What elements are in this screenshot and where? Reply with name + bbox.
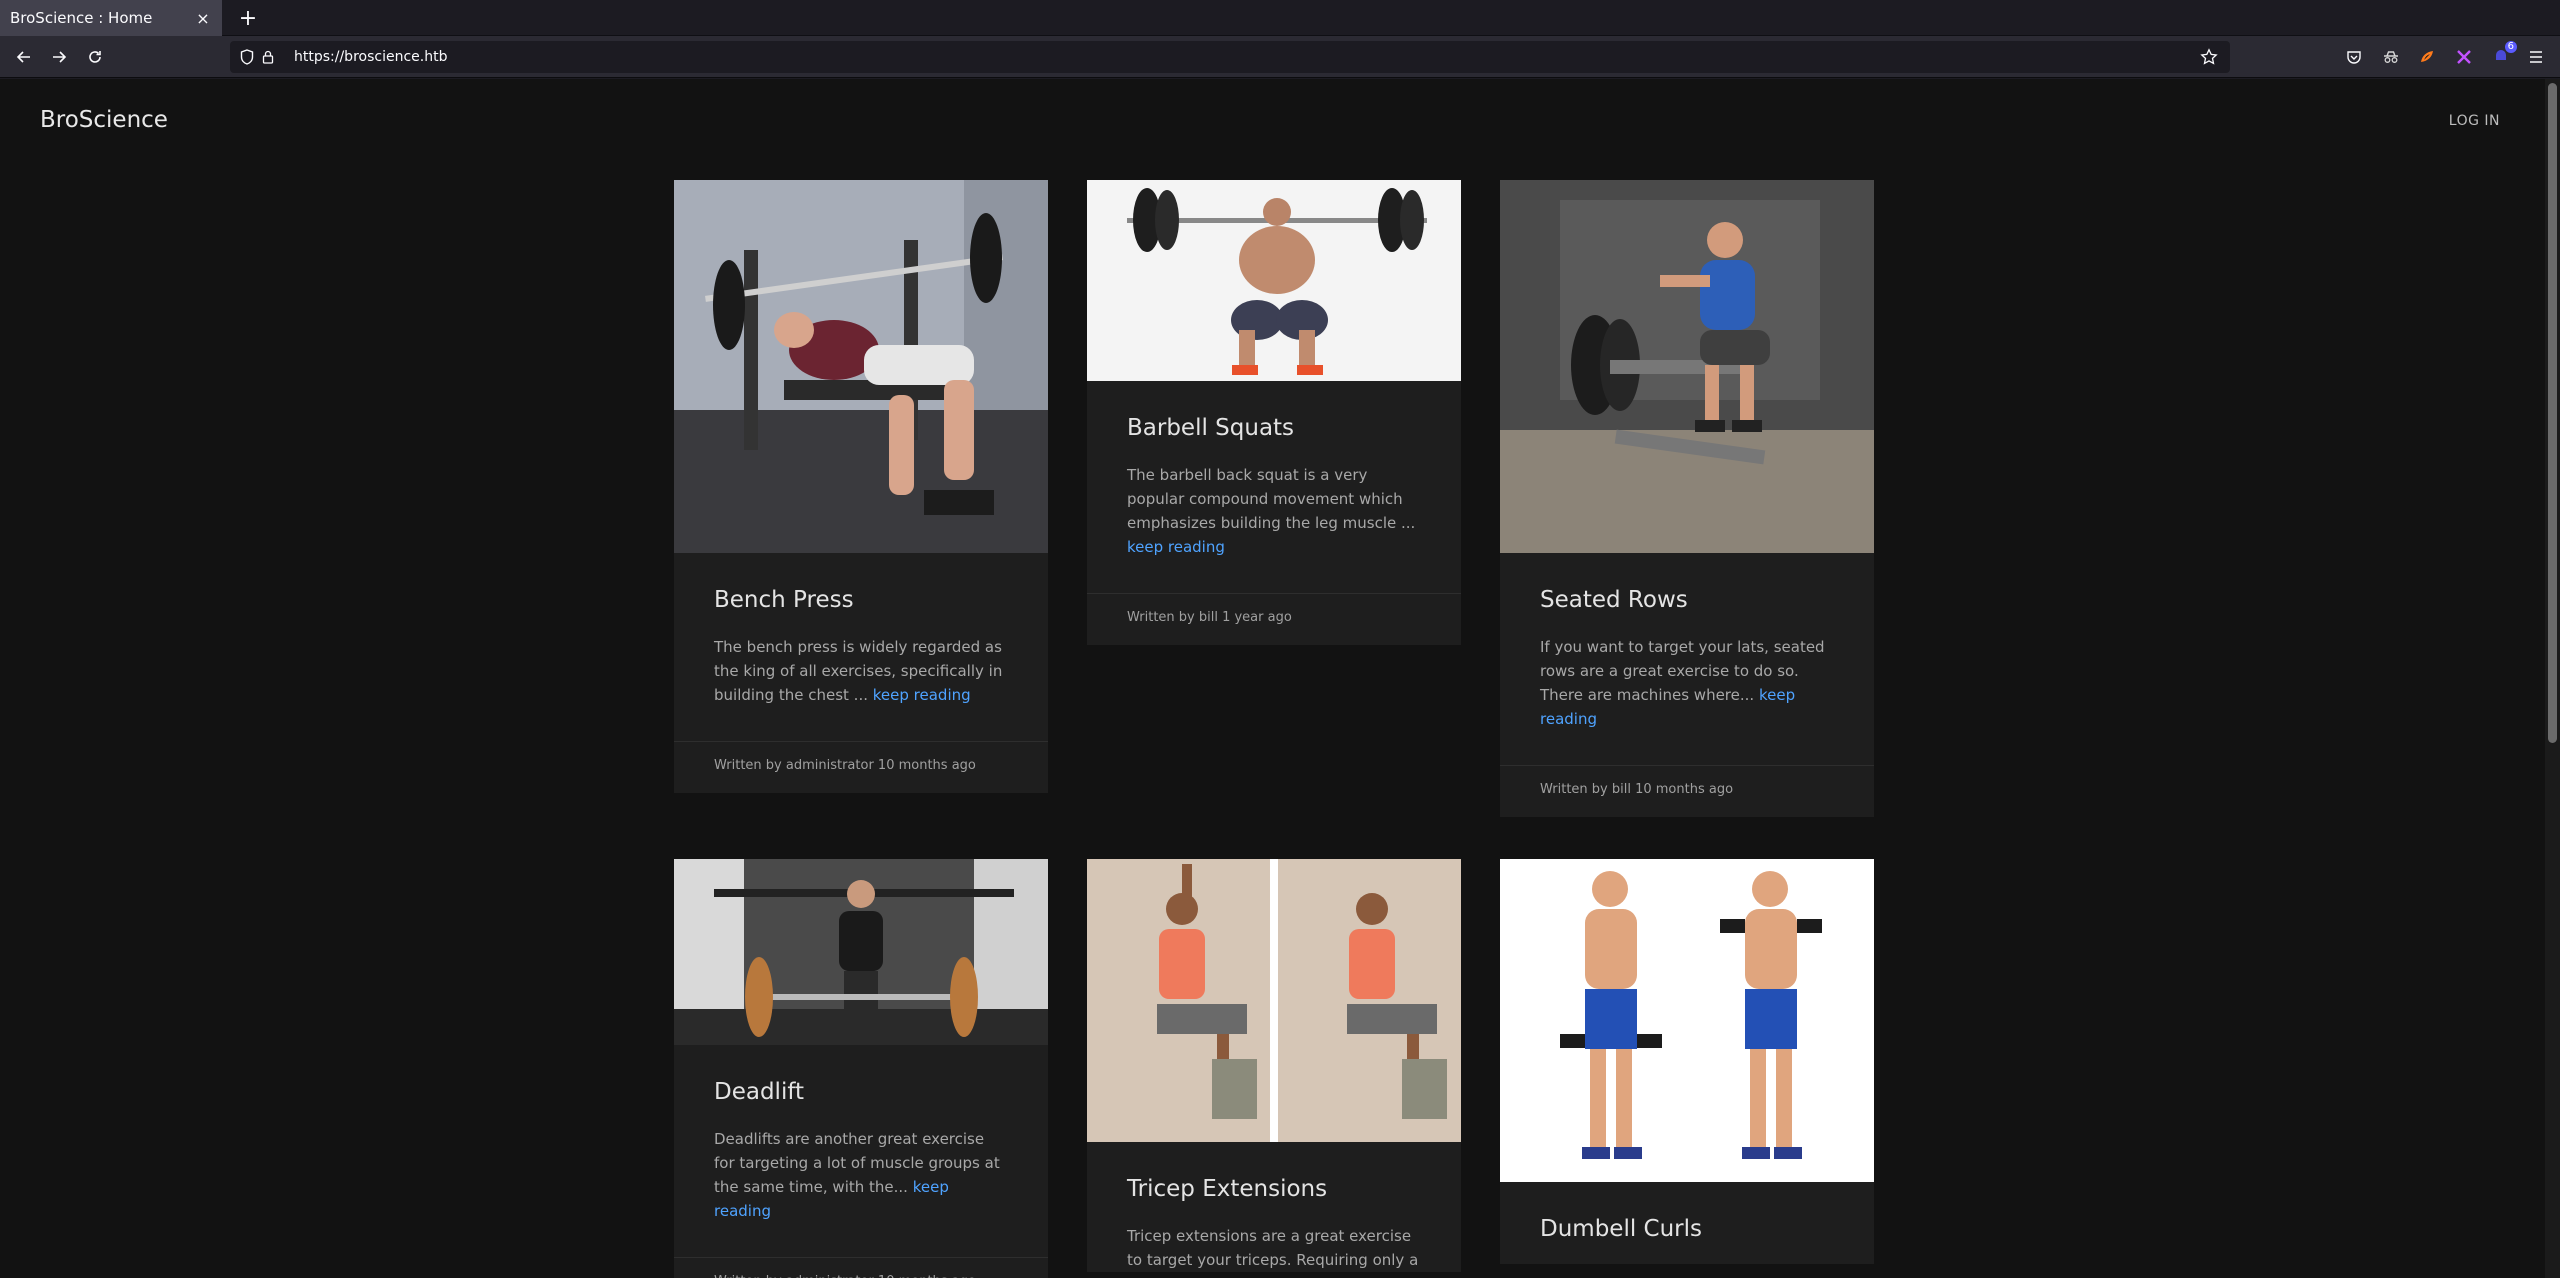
bench-press-image[interactable]	[674, 180, 1048, 553]
bookmark-star-icon[interactable]	[2200, 48, 2230, 66]
site-brand[interactable]: BroScience	[40, 107, 168, 133]
excerpt-text: Deadlifts are another great exercise for…	[714, 1130, 1000, 1196]
url-text[interactable]: https://broscience.htb	[294, 49, 2200, 65]
menu-icon[interactable]	[2522, 43, 2550, 71]
excerpt-text: Tricep extensions are a great exercise t…	[1127, 1227, 1419, 1269]
new-tab-button[interactable]: +	[234, 4, 262, 32]
navigation-toolbar: https://broscience.htb 6	[0, 36, 2560, 78]
tab-strip: BroScience : Home × +	[0, 0, 2560, 36]
post-excerpt: If you want to target your lats, seated …	[1540, 635, 1834, 731]
close-icon[interactable]: ×	[194, 9, 212, 28]
post-excerpt: The bench press is widely regarded as th…	[714, 635, 1008, 707]
site-header: BroScience LOG IN	[0, 79, 2545, 161]
post-meta: Written by bill 10 months ago	[1540, 782, 1734, 797]
extension-badge-icon[interactable]: 6	[2487, 41, 2517, 71]
wappalyzer-icon[interactable]	[2450, 43, 2478, 71]
post-card: Tricep Extensions Tricep extensions are …	[1087, 859, 1461, 1272]
page-scrollbar[interactable]	[2545, 79, 2560, 1278]
browser-tab[interactable]: BroScience : Home ×	[0, 0, 222, 36]
post-title[interactable]: Barbell Squats	[1127, 415, 1421, 441]
incognito-extension-icon[interactable]	[2377, 43, 2405, 71]
post-card: Dumbell Curls	[1500, 859, 1874, 1264]
barbell-squats-image[interactable]	[1087, 180, 1461, 381]
post-excerpt: Tricep extensions are a great exercise t…	[1127, 1224, 1421, 1272]
post-title[interactable]: Dumbell Curls	[1540, 1216, 1834, 1242]
pocket-icon[interactable]	[2340, 43, 2368, 71]
post-meta: Written by bill 1 year ago	[1127, 610, 1292, 625]
post-card: Seated Rows If you want to target your l…	[1500, 180, 1874, 817]
post-meta: Written by administrator 10 months ago	[674, 1258, 1048, 1278]
back-arrow-icon[interactable]	[10, 43, 38, 71]
forward-arrow-icon[interactable]	[45, 43, 73, 71]
keep-reading-link[interactable]: keep reading	[873, 686, 971, 704]
url-bar[interactable]: https://broscience.htb	[230, 41, 2230, 73]
foxyproxy-icon[interactable]	[2413, 43, 2441, 71]
page-viewport: BroScience LOG IN Bench Press The bench …	[0, 79, 2545, 1278]
post-card: Deadlift Deadlifts are another great exe…	[674, 859, 1048, 1278]
post-title[interactable]: Tricep Extensions	[1127, 1176, 1421, 1202]
extension-badge-count: 6	[2504, 41, 2517, 53]
post-title[interactable]: Bench Press	[714, 587, 1008, 613]
post-title[interactable]: Deadlift	[714, 1079, 1008, 1105]
tab-title: BroScience : Home	[10, 9, 153, 27]
lock-icon[interactable]	[262, 50, 284, 64]
login-link[interactable]: LOG IN	[2440, 113, 2500, 129]
tricep-extensions-image[interactable]	[1087, 859, 1461, 1142]
post-card: Barbell Squats The barbell back squat is…	[1087, 180, 1461, 645]
post-excerpt: Deadlifts are another great exercise for…	[714, 1127, 1008, 1223]
post-meta: Written by administrator 10 months ago	[714, 758, 976, 773]
scrollbar-thumb[interactable]	[2548, 83, 2557, 743]
post-card: Bench Press The bench press is widely re…	[674, 180, 1048, 793]
shield-icon[interactable]	[240, 49, 262, 65]
dumbell-curls-image[interactable]	[1500, 859, 1874, 1182]
keep-reading-link[interactable]: keep reading	[1127, 538, 1225, 556]
reload-icon[interactable]	[81, 43, 109, 71]
seated-rows-image[interactable]	[1500, 180, 1874, 553]
excerpt-text: The barbell back squat is a very popular…	[1127, 466, 1416, 532]
post-title[interactable]: Seated Rows	[1540, 587, 1834, 613]
deadlift-image[interactable]	[674, 859, 1048, 1045]
post-excerpt: The barbell back squat is a very popular…	[1127, 463, 1421, 559]
